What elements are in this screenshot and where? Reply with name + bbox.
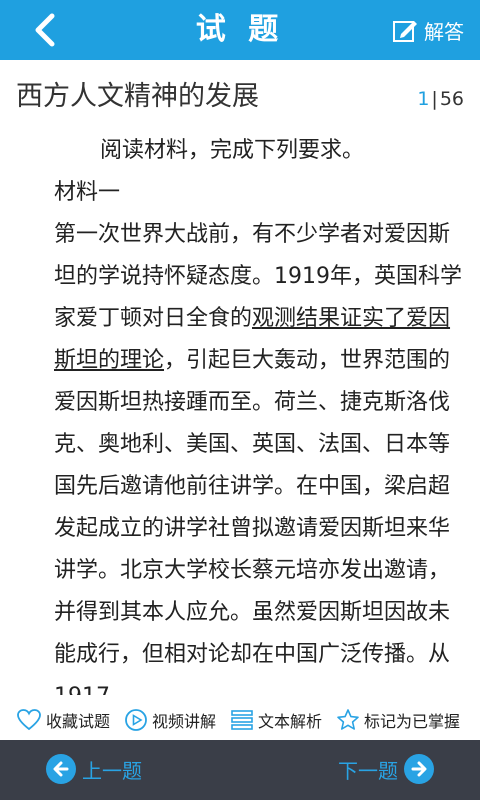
- mark-label: 标记为已掌握: [364, 712, 461, 731]
- question-intro: 阅读材料，完成下列要求。: [100, 138, 365, 163]
- play-icon: [125, 709, 147, 731]
- favorite-label: 收藏试题: [46, 712, 111, 731]
- analysis-label: 文本解析: [258, 712, 323, 731]
- paragraph-text-2: ，引起巨大轰动，世界范围的爱因斯坦热接踵而至。荷兰、捷克斯洛伐克、奥地利、美国、…: [54, 348, 451, 695]
- answer-button[interactable]: 解答: [392, 14, 464, 46]
- list-icon: [231, 710, 253, 730]
- counter-separator: |: [431, 88, 438, 110]
- heart-icon: [17, 709, 41, 731]
- prev-label: 上一题: [82, 758, 142, 783]
- total-count: 56: [439, 88, 464, 110]
- arrow-left-icon: [46, 754, 76, 784]
- top-bar: 试 题 解答: [0, 0, 480, 60]
- prev-question-button[interactable]: 上一题: [46, 754, 142, 784]
- video-button[interactable]: 视频讲解: [124, 708, 216, 732]
- question-heading: 西方人文精神的发展 1 | 56: [0, 60, 480, 120]
- question-counter: 1 | 56: [417, 88, 464, 110]
- next-question-button[interactable]: 下一题: [338, 754, 434, 784]
- next-label: 下一题: [338, 758, 398, 783]
- favorite-button[interactable]: 收藏试题: [16, 708, 110, 732]
- edit-icon: [393, 21, 417, 42]
- current-index: 1: [417, 88, 430, 110]
- question-content: 阅读材料，完成下列要求。 材料一 第一次世界大战前，有不少学者对爱因斯坦的学说持…: [54, 130, 464, 695]
- material-paragraph: 第一次世界大战前，有不少学者对爱因斯坦的学说持怀疑态度。1919年，英国科学家爱…: [54, 214, 464, 695]
- mark-mastered-button[interactable]: 标记为已掌握: [336, 708, 460, 732]
- topic-title: 西方人文精神的发展: [16, 81, 259, 112]
- bottom-nav: 上一题 下一题: [0, 740, 480, 800]
- arrow-right-icon: [404, 754, 434, 784]
- analysis-button[interactable]: 文本解析: [230, 708, 322, 732]
- star-icon: [337, 709, 359, 730]
- answer-label: 解答: [424, 19, 464, 44]
- material-label: 材料一: [54, 180, 121, 205]
- action-bar: 收藏试题 视频讲解 文本解析 标记为已掌握: [0, 700, 480, 740]
- video-label: 视频讲解: [152, 712, 217, 731]
